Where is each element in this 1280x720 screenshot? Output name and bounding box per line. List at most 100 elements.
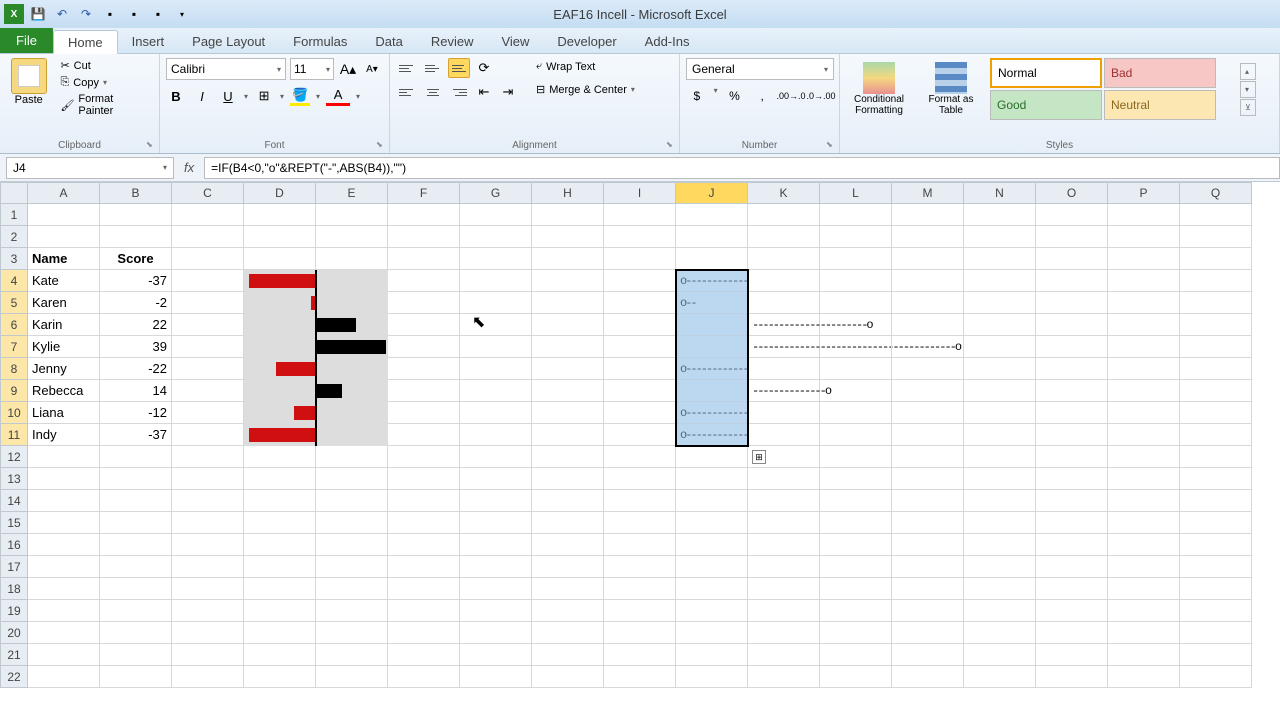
- cell-Q11[interactable]: [1180, 424, 1252, 446]
- cell-C12[interactable]: [172, 446, 244, 468]
- cell-P12[interactable]: [1108, 446, 1180, 468]
- cell-E3[interactable]: [316, 248, 388, 270]
- styles-scroll-down[interactable]: ▾: [1240, 81, 1256, 98]
- cell-G6[interactable]: [460, 314, 532, 336]
- increase-decimal-button[interactable]: .00→.0: [779, 86, 803, 106]
- cell-F20[interactable]: [388, 622, 460, 644]
- cell-N20[interactable]: [964, 622, 1036, 644]
- cell-L5[interactable]: [820, 292, 892, 314]
- cell-C14[interactable]: [172, 490, 244, 512]
- cell-A20[interactable]: [28, 622, 100, 644]
- cell-N4[interactable]: [964, 270, 1036, 292]
- cell-A5[interactable]: Karen: [28, 292, 100, 314]
- cell-E18[interactable]: [316, 578, 388, 600]
- cell-O2[interactable]: [1036, 226, 1108, 248]
- orientation-button[interactable]: ⟳: [474, 58, 494, 78]
- cell-A22[interactable]: [28, 666, 100, 688]
- cell-K21[interactable]: [748, 644, 820, 666]
- cell-K1[interactable]: [748, 204, 820, 226]
- cell-G7[interactable]: [460, 336, 532, 358]
- align-middle-button[interactable]: [422, 58, 444, 78]
- comma-button[interactable]: ,: [751, 86, 773, 106]
- cell-N16[interactable]: [964, 534, 1036, 556]
- tab-review[interactable]: Review: [417, 29, 488, 53]
- cell-M4[interactable]: [892, 270, 964, 292]
- increase-indent-button[interactable]: ⇥: [498, 82, 518, 102]
- row-header-14[interactable]: 14: [0, 490, 28, 512]
- cell-F11[interactable]: [388, 424, 460, 446]
- row-header-1[interactable]: 1: [0, 204, 28, 226]
- cell-F15[interactable]: [388, 512, 460, 534]
- cell-G22[interactable]: [460, 666, 532, 688]
- cell-Q1[interactable]: [1180, 204, 1252, 226]
- save-icon[interactable]: 💾: [28, 4, 48, 24]
- cell-B19[interactable]: [100, 600, 172, 622]
- cell-N8[interactable]: [964, 358, 1036, 380]
- qat-icon-3[interactable]: ▪: [148, 4, 168, 24]
- cell-P3[interactable]: [1108, 248, 1180, 270]
- cell-Q8[interactable]: [1180, 358, 1252, 380]
- cell-I15[interactable]: [604, 512, 676, 534]
- decrease-decimal-button[interactable]: .0→.00: [809, 86, 833, 106]
- cell-D2[interactable]: [244, 226, 316, 248]
- cell-K15[interactable]: [748, 512, 820, 534]
- cell-F1[interactable]: [388, 204, 460, 226]
- cell-N17[interactable]: [964, 556, 1036, 578]
- cell-M15[interactable]: [892, 512, 964, 534]
- cell-Q7[interactable]: [1180, 336, 1252, 358]
- cell-K7[interactable]: ---------------------------------------o: [748, 336, 820, 358]
- cell-M14[interactable]: [892, 490, 964, 512]
- increase-font-button[interactable]: A▴: [338, 59, 358, 79]
- clipboard-dialog-launcher[interactable]: ⬊: [146, 140, 156, 150]
- cell-J3[interactable]: [676, 248, 748, 270]
- fill-color-button[interactable]: 🪣: [290, 86, 310, 106]
- cell-J20[interactable]: [676, 622, 748, 644]
- cell-J14[interactable]: [676, 490, 748, 512]
- chevron-down-icon[interactable]: ▾: [356, 92, 360, 101]
- cell-F7[interactable]: [388, 336, 460, 358]
- cell-O15[interactable]: [1036, 512, 1108, 534]
- row-header-16[interactable]: 16: [0, 534, 28, 556]
- cell-K2[interactable]: [748, 226, 820, 248]
- cell-C22[interactable]: [172, 666, 244, 688]
- cell-Q16[interactable]: [1180, 534, 1252, 556]
- cell-G8[interactable]: [460, 358, 532, 380]
- cell-H21[interactable]: [532, 644, 604, 666]
- align-top-button[interactable]: [396, 58, 418, 78]
- cell-B6[interactable]: 22: [100, 314, 172, 336]
- cell-F16[interactable]: [388, 534, 460, 556]
- italic-button[interactable]: I: [192, 86, 212, 106]
- cell-N7[interactable]: [964, 336, 1036, 358]
- cell-M5[interactable]: [892, 292, 964, 314]
- align-left-button[interactable]: [396, 82, 418, 102]
- cell-M10[interactable]: [892, 402, 964, 424]
- row-header-21[interactable]: 21: [0, 644, 28, 666]
- cell-Q5[interactable]: [1180, 292, 1252, 314]
- cell-J17[interactable]: [676, 556, 748, 578]
- cell-A21[interactable]: [28, 644, 100, 666]
- cell-M12[interactable]: [892, 446, 964, 468]
- column-header-N[interactable]: N: [964, 182, 1036, 204]
- cell-N12[interactable]: [964, 446, 1036, 468]
- cell-L12[interactable]: [820, 446, 892, 468]
- paste-button[interactable]: Paste: [6, 58, 51, 118]
- cells-area[interactable]: NameScoreKate-37o-----------------------…: [28, 204, 1252, 688]
- cell-I6[interactable]: [604, 314, 676, 336]
- cell-P15[interactable]: [1108, 512, 1180, 534]
- decrease-font-button[interactable]: A▾: [362, 59, 382, 79]
- cell-D3[interactable]: [244, 248, 316, 270]
- tab-addins[interactable]: Add-Ins: [631, 29, 704, 53]
- cell-N19[interactable]: [964, 600, 1036, 622]
- cell-F3[interactable]: [388, 248, 460, 270]
- cell-H7[interactable]: [532, 336, 604, 358]
- cell-Q2[interactable]: [1180, 226, 1252, 248]
- cell-N14[interactable]: [964, 490, 1036, 512]
- cell-M7[interactable]: [892, 336, 964, 358]
- cell-E1[interactable]: [316, 204, 388, 226]
- column-header-O[interactable]: O: [1036, 182, 1108, 204]
- cell-L4[interactable]: [820, 270, 892, 292]
- row-header-12[interactable]: 12: [0, 446, 28, 468]
- cell-M22[interactable]: [892, 666, 964, 688]
- cell-D12[interactable]: [244, 446, 316, 468]
- cell-B12[interactable]: [100, 446, 172, 468]
